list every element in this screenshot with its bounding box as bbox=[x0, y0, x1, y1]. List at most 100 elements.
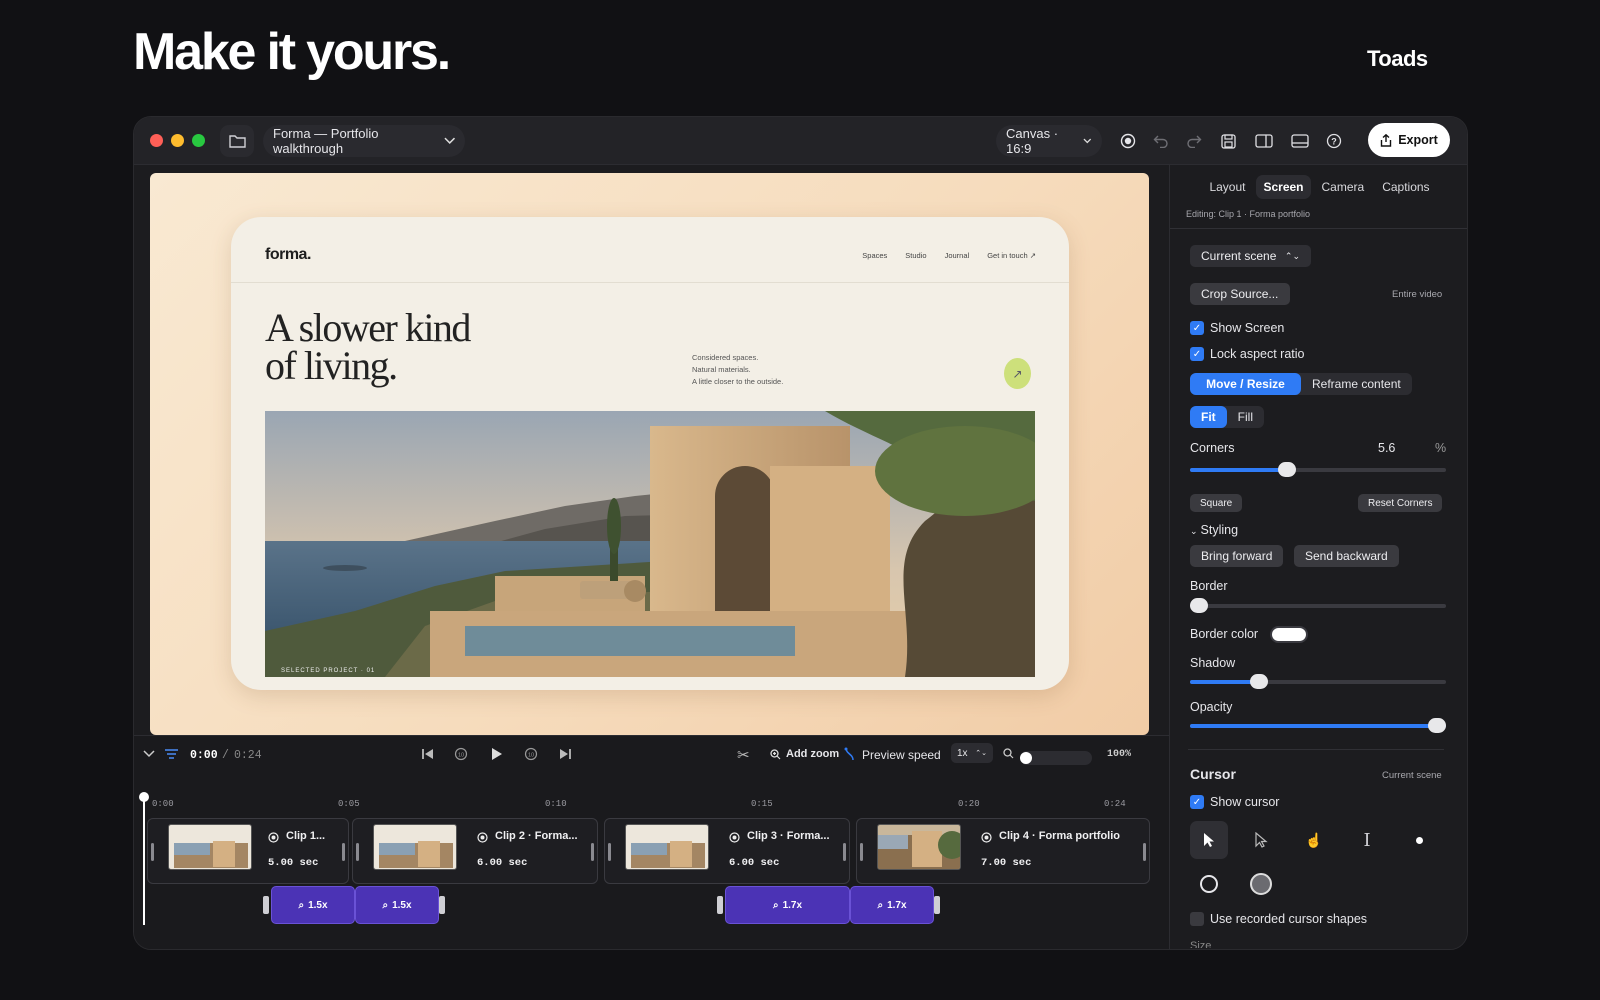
border-slider[interactable] bbox=[1190, 598, 1446, 613]
tab-camera[interactable]: Camera bbox=[1315, 175, 1372, 199]
clip-trim-handle[interactable] bbox=[843, 843, 846, 861]
scissors-icon[interactable]: ✂ bbox=[737, 746, 750, 764]
fit-option[interactable]: Fit bbox=[1190, 406, 1227, 428]
export-button[interactable]: Export bbox=[1368, 123, 1450, 157]
skip-to-start-icon[interactable] bbox=[421, 748, 434, 763]
fill-option[interactable]: Fill bbox=[1227, 406, 1264, 428]
canvas-preview[interactable]: forma. Spaces Studio Journal Get in touc… bbox=[150, 173, 1149, 735]
clip-trim-handle[interactable] bbox=[356, 843, 359, 861]
zoom-trim-handle[interactable] bbox=[263, 896, 269, 914]
show-screen-checkbox[interactable]: ✓ bbox=[1190, 321, 1204, 335]
slider-knob[interactable] bbox=[1020, 752, 1032, 764]
show-cursor-checkbox[interactable]: ✓ bbox=[1190, 795, 1204, 809]
tab-screen[interactable]: Screen bbox=[1256, 175, 1311, 199]
zoom-trim-handle[interactable] bbox=[717, 896, 723, 914]
add-zoom-button[interactable]: Add zoom bbox=[770, 748, 839, 760]
timeline-zoom-slider[interactable] bbox=[1020, 751, 1092, 765]
clip-trim-handle[interactable] bbox=[860, 843, 863, 861]
move-resize-option[interactable]: Move / Resize bbox=[1190, 373, 1301, 395]
save-button[interactable] bbox=[1214, 125, 1242, 157]
playhead[interactable] bbox=[143, 795, 145, 925]
toggle-timeline-button[interactable] bbox=[1285, 125, 1315, 157]
title-bar: Forma — Portfolio walkthrough Canvas · 1… bbox=[134, 117, 1467, 165]
clip-trim-handle[interactable] bbox=[151, 843, 154, 861]
cursor-style-dot[interactable] bbox=[1400, 821, 1438, 859]
corners-value[interactable]: 5.6 bbox=[1378, 441, 1395, 455]
cursor-style-outline-arrow[interactable] bbox=[1242, 821, 1280, 859]
crop-scope-label: Entire video bbox=[1392, 289, 1443, 300]
reset-corners-button[interactable]: Reset Corners bbox=[1358, 494, 1443, 512]
crop-source-button[interactable]: Crop Source... bbox=[1190, 283, 1290, 305]
undo-button[interactable] bbox=[1147, 125, 1175, 157]
clip-trim-handle[interactable] bbox=[608, 843, 611, 861]
close-window-button[interactable] bbox=[150, 134, 163, 147]
tracks-list-icon[interactable] bbox=[165, 748, 178, 762]
opacity-label: Opacity bbox=[1190, 700, 1233, 714]
shadow-slider[interactable] bbox=[1190, 674, 1446, 689]
border-color-swatch[interactable] bbox=[1270, 626, 1308, 643]
tab-layout[interactable]: Layout bbox=[1202, 175, 1252, 199]
collapse-chevron-icon[interactable] bbox=[143, 747, 155, 761]
clip-trim-handle[interactable] bbox=[1143, 843, 1146, 861]
clip-trim-handle[interactable] bbox=[342, 843, 345, 861]
zoom-out-icon bbox=[1003, 748, 1014, 762]
tab-captions[interactable]: Captions bbox=[1375, 175, 1436, 199]
minimize-window-button[interactable] bbox=[171, 134, 184, 147]
zoom-region[interactable]: ⌕ 1.5x bbox=[355, 886, 439, 924]
speed-select[interactable]: 1x ⌃⌄ bbox=[951, 743, 993, 763]
timeline-clip[interactable]: Clip 1... 5.00 sec bbox=[147, 818, 349, 884]
cursor-style-filled-circle[interactable] bbox=[1242, 865, 1280, 903]
slider-knob[interactable] bbox=[1250, 674, 1269, 689]
slider-knob[interactable] bbox=[1428, 718, 1446, 733]
forward-10-icon[interactable]: 10 bbox=[524, 747, 538, 764]
cursor-style-ibeam[interactable]: I bbox=[1348, 821, 1386, 859]
use-recorded-checkbox[interactable] bbox=[1190, 912, 1204, 926]
site-blurb-line: Natural materials. bbox=[692, 365, 751, 374]
zoom-region[interactable]: ⌕ 1.7x bbox=[850, 886, 934, 924]
ruler-tick: 0:10 bbox=[545, 799, 567, 809]
open-folder-button[interactable] bbox=[220, 125, 254, 157]
cursor-style-arrow[interactable] bbox=[1190, 821, 1228, 859]
scope-select[interactable]: Current scene ⌃⌄ bbox=[1190, 245, 1311, 267]
outline-arrow-cursor-icon bbox=[1255, 832, 1268, 848]
maximize-window-button[interactable] bbox=[192, 134, 205, 147]
site-headline: A slower kind of living. bbox=[265, 308, 565, 386]
zoom-region[interactable]: ⌕ 1.5x bbox=[271, 886, 355, 924]
slider-knob[interactable] bbox=[1190, 598, 1208, 613]
timeline-clip[interactable]: Clip 3 · Forma... 6.00 sec bbox=[604, 818, 850, 884]
clip-trim-handle[interactable] bbox=[591, 843, 594, 861]
skip-to-end-icon[interactable] bbox=[559, 748, 572, 763]
chevron-down-icon bbox=[443, 137, 455, 144]
opacity-slider[interactable] bbox=[1190, 718, 1446, 733]
zoom-icon: ⌕ bbox=[298, 899, 305, 911]
toggle-sidebar-button[interactable] bbox=[1249, 125, 1279, 157]
corners-slider[interactable] bbox=[1190, 462, 1446, 477]
cursor-style-ring[interactable] bbox=[1190, 865, 1228, 903]
record-button[interactable] bbox=[1114, 125, 1142, 157]
reframe-content-option[interactable]: Reframe content bbox=[1301, 373, 1412, 395]
play-icon[interactable] bbox=[491, 747, 503, 764]
playhead-handle[interactable] bbox=[139, 792, 149, 802]
canvas-ratio-selector[interactable]: Canvas · 16:9 bbox=[996, 125, 1102, 157]
zoom-trim-handle[interactable] bbox=[439, 896, 445, 914]
styling-section-toggle[interactable]: ⌄ Styling bbox=[1190, 523, 1238, 537]
timeline-clip[interactable]: Clip 4 · Forma portfolio 7.00 sec bbox=[856, 818, 1150, 884]
lock-aspect-checkbox[interactable]: ✓ bbox=[1190, 347, 1204, 361]
chevron-updown-icon: ⌃⌄ bbox=[975, 750, 987, 757]
site-hero-photo: SELECTED PROJECT · 01 bbox=[265, 411, 1035, 677]
zoom-region[interactable]: ⌕ 1.7x bbox=[725, 886, 850, 924]
bring-forward-button[interactable]: Bring forward bbox=[1190, 545, 1284, 567]
project-selector[interactable]: Forma — Portfolio walkthrough bbox=[263, 125, 465, 157]
send-backward-button[interactable]: Send backward bbox=[1294, 545, 1399, 567]
hero-title: Make it yours. bbox=[133, 23, 451, 81]
redo-button[interactable] bbox=[1180, 125, 1208, 157]
timeline-clip[interactable]: Clip 2 · Forma... 6.00 sec bbox=[352, 818, 598, 884]
zoom-icon: ⌕ bbox=[382, 899, 389, 911]
border-label: Border bbox=[1190, 579, 1228, 593]
rewind-10-icon[interactable]: 10 bbox=[454, 747, 468, 764]
cursor-style-hand[interactable]: ☝ bbox=[1295, 821, 1333, 859]
help-button[interactable]: ? bbox=[1320, 125, 1348, 157]
zoom-trim-handle[interactable] bbox=[934, 896, 940, 914]
slider-knob[interactable] bbox=[1278, 462, 1297, 477]
square-button[interactable]: Square bbox=[1190, 494, 1243, 512]
